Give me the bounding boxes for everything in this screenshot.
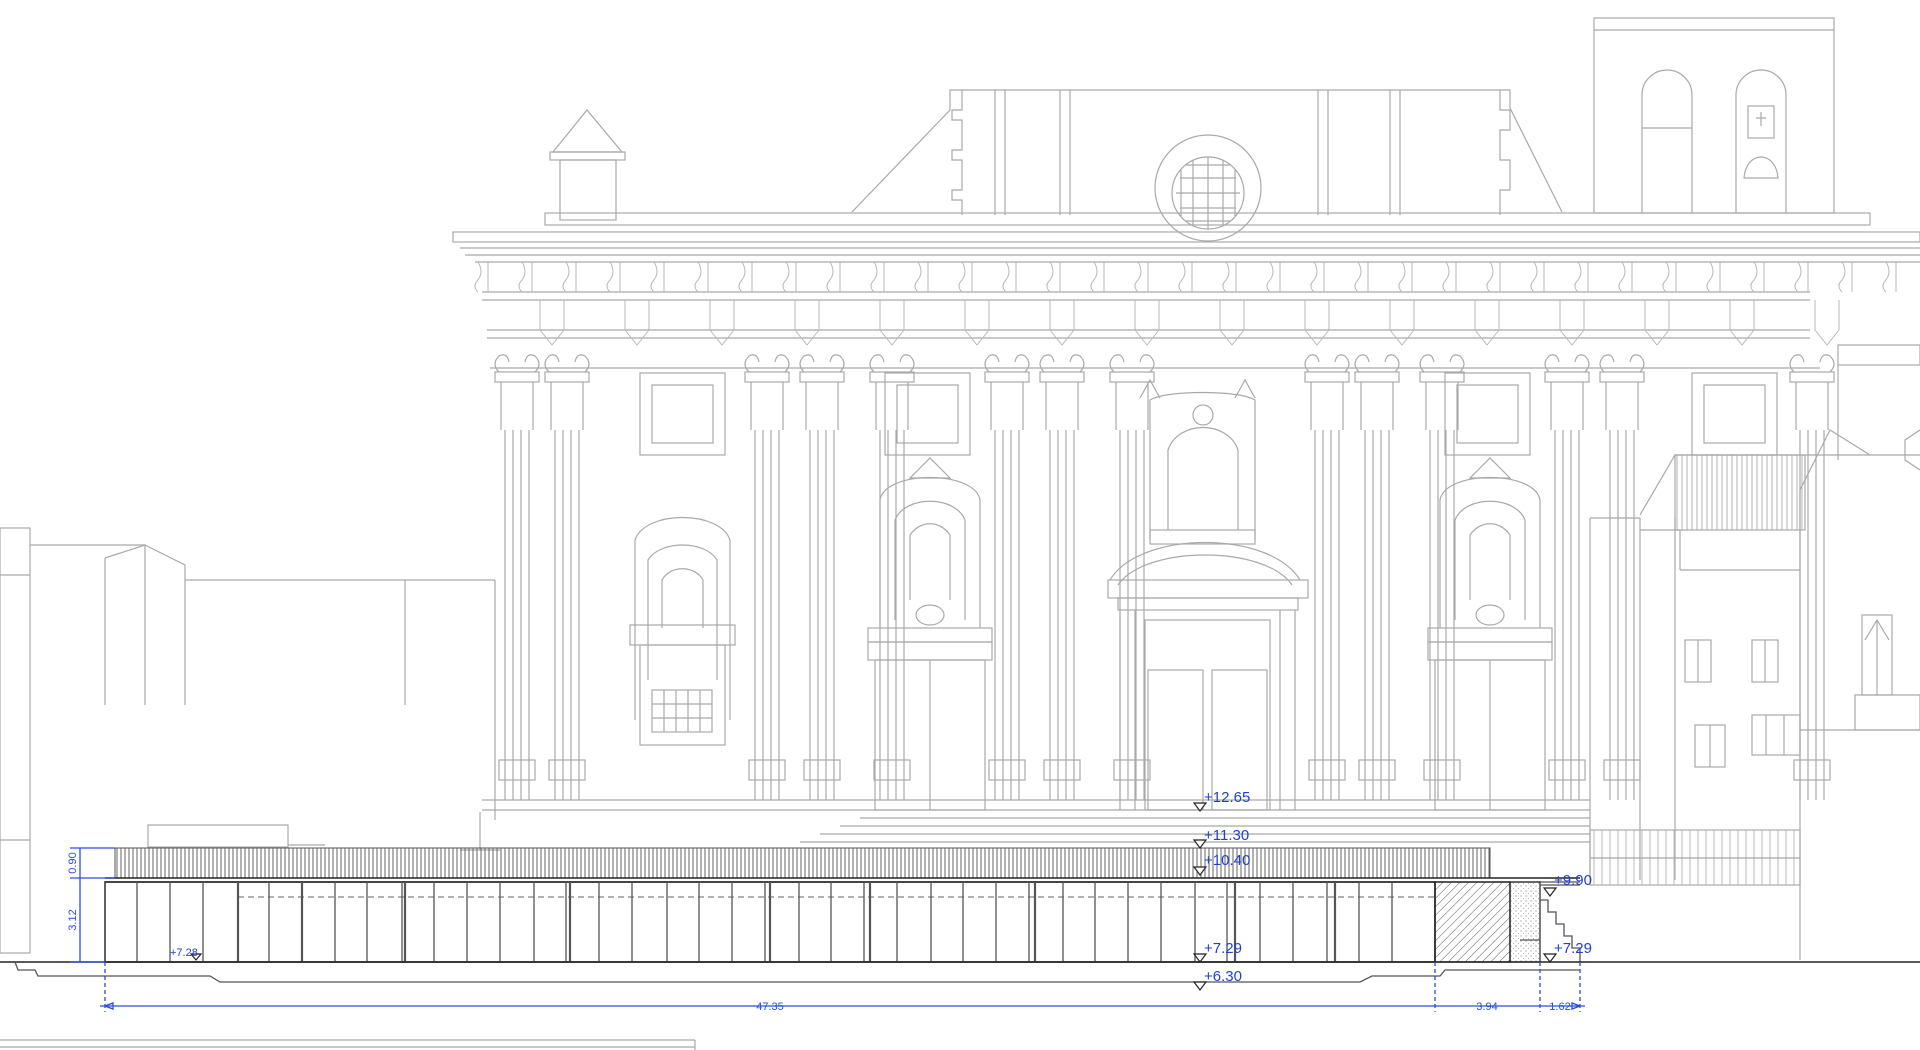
- cornice-bracket: [1178, 261, 1193, 293]
- pilaster: [1304, 354, 1350, 800]
- cornice-bracket: [1354, 261, 1369, 293]
- svg-text:+10.40: +10.40: [1204, 852, 1250, 869]
- dim-47-35: 47.35: [756, 1001, 784, 1013]
- cornice-bracket: [474, 261, 489, 293]
- pilaster: [1354, 354, 1400, 800]
- cornice-bracket: [782, 261, 797, 293]
- svg-text:+6.30: +6.30: [1204, 968, 1242, 985]
- pilaster: [869, 354, 915, 800]
- cornice-bracket: [1530, 261, 1545, 293]
- side-doors: [867, 457, 1553, 811]
- left-neighbour-buildings: [0, 527, 696, 1050]
- pilaster: [744, 354, 790, 800]
- cornice-bracket: [1222, 261, 1237, 293]
- right-neighbour-buildings: [1589, 344, 1920, 960]
- elevation-marker-9-90: +9.90: [1542, 872, 1592, 897]
- cornice-bracket: [1002, 261, 1017, 293]
- cornice-bracket: [738, 261, 753, 293]
- cornice-bracket: [914, 261, 929, 293]
- svg-text:+9.90: +9.90: [1554, 872, 1592, 889]
- cornice-bracket: [606, 261, 621, 293]
- cornice-bracket: [1266, 261, 1281, 293]
- church-elevation-drawing: 47.35 3.94 1.62 0.90 3.12 +12.65 +11.30 …: [0, 17, 1920, 1050]
- glazing-mullions: [104, 882, 1393, 962]
- dim-1-62: 1.62: [1549, 1001, 1570, 1013]
- cornice-bracket: [1618, 261, 1633, 293]
- elevation-marker-7-29-right: +7.29: [1542, 940, 1592, 963]
- pilaster: [799, 354, 845, 800]
- cornice-bracket: [1134, 261, 1149, 293]
- cornice-bracket: [1838, 261, 1853, 293]
- svg-text:+11.30: +11.30: [1204, 827, 1249, 844]
- bell-tower: [1593, 17, 1835, 214]
- cornice-bracket: [1486, 261, 1501, 293]
- elevation-marker-11-30: +11.30: [1192, 827, 1249, 849]
- pilaster: [984, 354, 1030, 800]
- left-lantern: [549, 109, 626, 221]
- elevation-marker-6-30: +6.30: [1192, 968, 1242, 991]
- cornice-bracket: [958, 261, 973, 293]
- dim-3-94: 3.94: [1476, 1001, 1497, 1013]
- pilaster: [544, 354, 590, 800]
- svg-text:+7.29: +7.29: [1204, 940, 1242, 957]
- svg-text:+7.29: +7.29: [1554, 940, 1592, 957]
- cornice-bracket: [1046, 261, 1061, 293]
- pilaster: [1599, 354, 1645, 800]
- attic: [851, 89, 1563, 242]
- cornice-bracket: [1310, 261, 1325, 293]
- pilasters: [494, 354, 1835, 800]
- cornice-bracket: [1442, 261, 1457, 293]
- elevation-markers: +12.65 +11.30 +10.40 +9.90 +7.29 +7.29 +…: [170, 789, 1592, 991]
- cornice-bracket: [1574, 261, 1589, 293]
- plinth-steps: [460, 799, 1590, 851]
- cornice-bracket: [826, 261, 841, 293]
- pilaster: [1544, 354, 1590, 800]
- cornice-bracket: [1706, 261, 1721, 293]
- cornice-bracket: [694, 261, 709, 293]
- cornice-bracket: [1398, 261, 1413, 293]
- dim-3-12: 3.12: [67, 909, 79, 930]
- pilaster: [1789, 354, 1835, 800]
- cornice-bracket: [562, 261, 577, 293]
- central-portal: [1107, 378, 1309, 811]
- cornice-bracket: [1662, 261, 1677, 293]
- cornice-brackets: [474, 261, 1897, 346]
- cornice-bracket: [518, 261, 533, 293]
- cornice-bracket: [1882, 261, 1897, 293]
- svg-text:+12.65: +12.65: [1204, 789, 1250, 806]
- cornice-bracket: [1090, 261, 1105, 293]
- dim-0-90: 0.90: [67, 852, 79, 873]
- pilaster: [494, 354, 540, 800]
- svg-text:+7.28: +7.28: [170, 947, 198, 959]
- pilaster: [1039, 354, 1085, 800]
- left-niche-window: [629, 516, 736, 746]
- cornice-bracket: [870, 261, 885, 293]
- cornice-bracket: [650, 261, 665, 293]
- cornice-modillion: [1814, 300, 1840, 346]
- elevation-marker-7-28: +7.28: [170, 947, 203, 961]
- cornice-bracket: [1750, 261, 1765, 293]
- cornice-bracket: [1794, 261, 1809, 293]
